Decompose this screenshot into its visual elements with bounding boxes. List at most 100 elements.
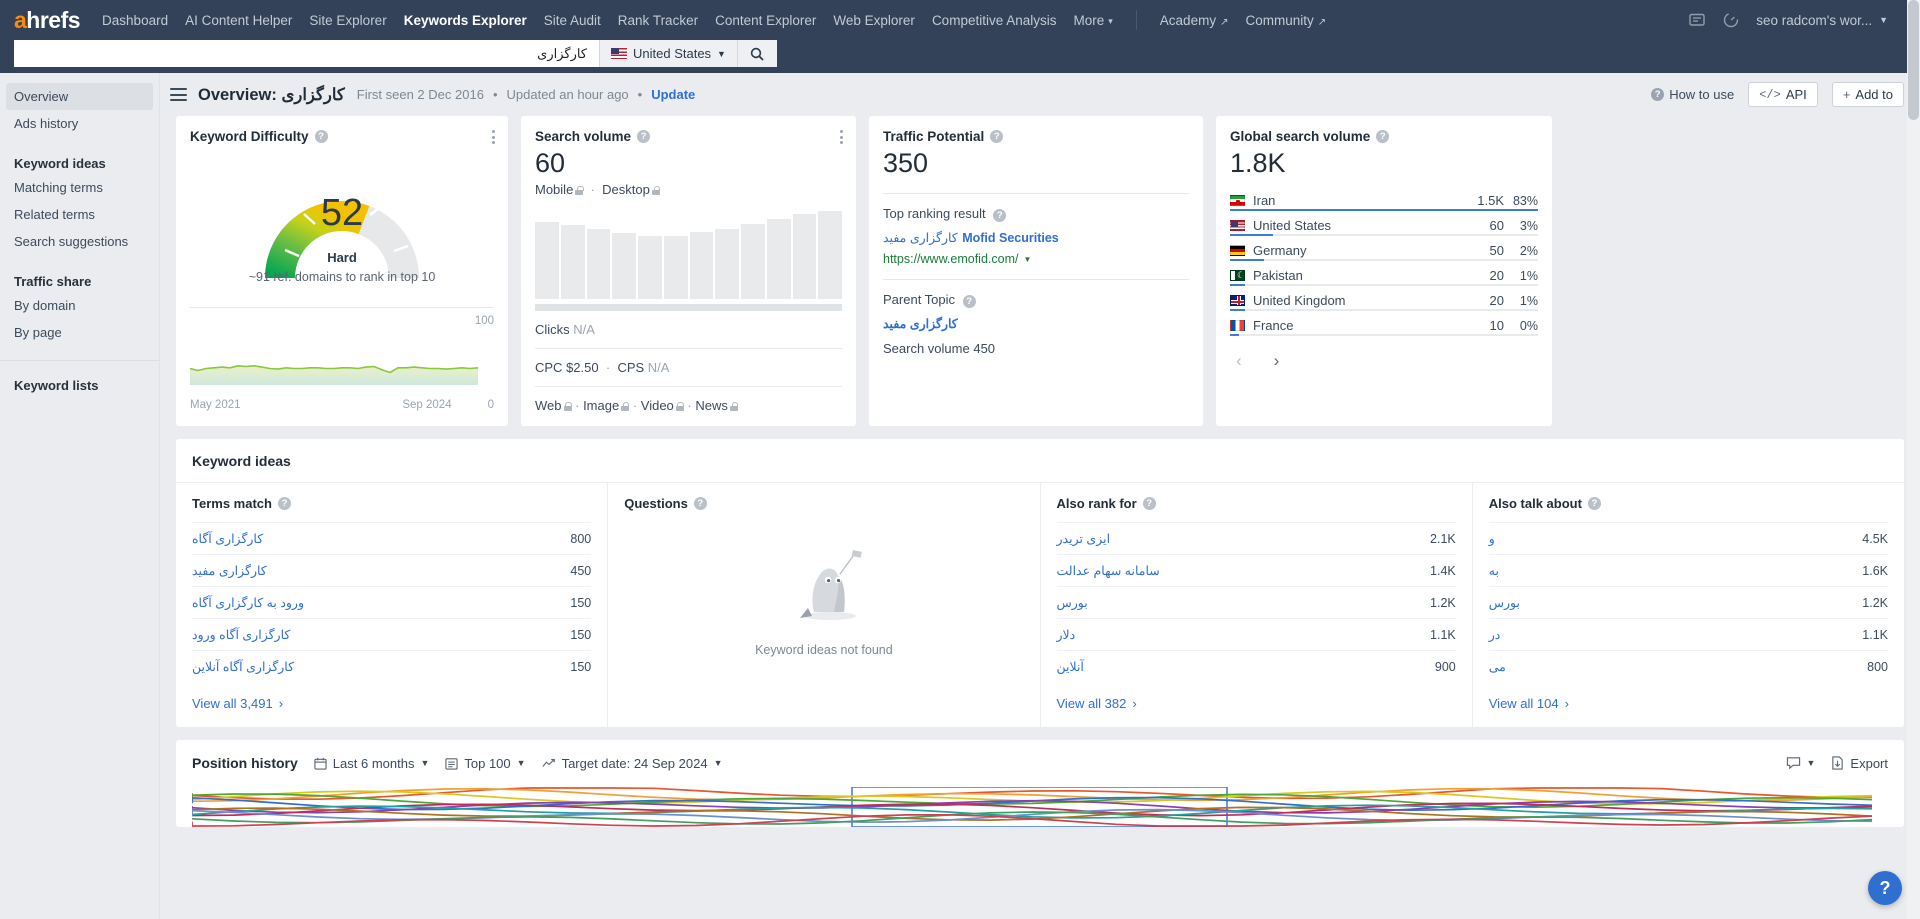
- scrollbar-thumb[interactable]: [1908, 0, 1919, 120]
- ahrefs-logo[interactable]: ahrefs: [14, 7, 80, 34]
- nav-link-keywords-explorer[interactable]: Keywords Explorer: [404, 13, 527, 28]
- comment-button[interactable]: ▼: [1786, 756, 1816, 770]
- nav-link-rank-tracker[interactable]: Rank Tracker: [618, 13, 698, 28]
- chevron-down-icon[interactable]: ▼: [1023, 255, 1031, 264]
- target-date-selector[interactable]: Target date: 24 Sep 2024 ▼: [542, 756, 723, 771]
- tp-url-row[interactable]: https://www.emofid.com/ ▼: [883, 252, 1189, 266]
- serp-feature-news[interactable]: News: [695, 398, 728, 413]
- view-all-link[interactable]: View all 382›: [1057, 682, 1456, 727]
- country-selector[interactable]: United States ▼: [599, 40, 737, 67]
- serp-feature-web[interactable]: Web: [535, 398, 562, 413]
- country-row[interactable]: Iran1.5K83%: [1230, 186, 1538, 211]
- nav-link-site-explorer[interactable]: Site Explorer: [309, 13, 386, 28]
- serp-feature-image[interactable]: Image: [583, 398, 619, 413]
- add-to-button[interactable]: + Add to: [1832, 82, 1904, 107]
- view-all-link[interactable]: View all 104›: [1489, 682, 1888, 727]
- search-button[interactable]: [737, 40, 777, 67]
- help-icon[interactable]: ?: [315, 130, 328, 143]
- serp-feature-video[interactable]: Video: [641, 398, 674, 413]
- keyword-volume: 2.1K: [1430, 532, 1456, 546]
- keyword-link[interactable]: بورس: [1057, 595, 1088, 610]
- sidebar-item-by-domain[interactable]: By domain: [0, 292, 159, 319]
- usage-meter-icon[interactable]: [1722, 11, 1740, 29]
- keyword-link[interactable]: سامانه سهام عدالت: [1057, 563, 1160, 578]
- keyword-link[interactable]: و: [1489, 531, 1495, 546]
- nav-link-site-audit[interactable]: Site Audit: [544, 13, 601, 28]
- kd-date-end: Sep 2024: [402, 399, 451, 411]
- keyword-link[interactable]: ایزی تریدر: [1057, 531, 1111, 546]
- help-icon[interactable]: ?: [963, 295, 976, 308]
- help-icon[interactable]: ?: [637, 130, 650, 143]
- help-icon[interactable]: ?: [278, 497, 291, 510]
- keyword-link[interactable]: دلار: [1057, 627, 1076, 642]
- nav-link-content-explorer[interactable]: Content Explorer: [715, 13, 816, 28]
- help-fab-button[interactable]: ?: [1868, 871, 1902, 905]
- sidebar-item-matching-terms[interactable]: Matching terms: [0, 174, 159, 201]
- chevron-left-icon[interactable]: ‹: [1230, 350, 1248, 371]
- help-icon[interactable]: ?: [990, 130, 1003, 143]
- view-all-link[interactable]: View all 3,491›: [192, 682, 591, 727]
- tp-title-en[interactable]: Mofid Securities: [962, 231, 1059, 245]
- sidebar-item-overview[interactable]: Overview: [6, 83, 153, 110]
- tp-title-rtl[interactable]: کارگزاری مفید: [883, 230, 958, 245]
- sidebar-item-by-page[interactable]: By page: [0, 319, 159, 346]
- keyword-link[interactable]: کارگزاری آگاه: [192, 531, 263, 546]
- search-input[interactable]: [14, 40, 599, 67]
- country-row[interactable]: Germany502%: [1230, 236, 1538, 261]
- keyword-link[interactable]: کارگزاری مفید: [192, 563, 267, 578]
- sv-chart-baseline: [535, 304, 842, 311]
- keyword-link[interactable]: ورود به کارگزاری آگاه: [192, 595, 304, 610]
- sidebar-item-search-suggestions[interactable]: Search suggestions: [0, 228, 159, 255]
- date-range-selector[interactable]: Last 6 months ▼: [314, 756, 430, 771]
- help-icon[interactable]: ?: [1376, 130, 1389, 143]
- help-icon[interactable]: ?: [694, 497, 707, 510]
- keyword-link[interactable]: بورس: [1489, 595, 1520, 610]
- nav-link-web-explorer[interactable]: Web Explorer: [833, 13, 915, 28]
- top-positions-selector[interactable]: Top 100 ▼: [445, 756, 525, 771]
- kd-card-menu-button[interactable]: [490, 128, 497, 146]
- sv-card-menu-button[interactable]: [838, 128, 845, 146]
- account-menu[interactable]: seo radcom's wor... ▼: [1756, 13, 1888, 28]
- page-header: Overview: کارگزاری First seen 2 Dec 2016…: [160, 73, 1920, 116]
- chevron-right-icon: ›: [1132, 696, 1136, 711]
- sidebar-item-related-terms[interactable]: Related terms: [0, 201, 159, 228]
- top-navigation-bar: ahrefs Dashboard AI Content Helper Site Ex…: [0, 0, 1920, 40]
- export-button[interactable]: Export: [1831, 756, 1888, 771]
- nav-link-community[interactable]: Community: [1245, 13, 1326, 28]
- country-row[interactable]: France100%: [1230, 311, 1538, 336]
- how-to-use-button[interactable]: ? How to use: [1651, 87, 1734, 102]
- keyword-link[interactable]: می: [1489, 659, 1506, 674]
- sv-cps-value: N/A: [648, 360, 670, 375]
- sv-bar: [741, 224, 765, 299]
- feedback-icon[interactable]: [1688, 11, 1706, 29]
- keyword-link[interactable]: به: [1489, 563, 1499, 578]
- country-row[interactable]: United States603%: [1230, 211, 1538, 236]
- tp-url[interactable]: https://www.emofid.com/: [883, 252, 1018, 266]
- kd-note: ~91 ref. domains to rank in top 10: [190, 270, 494, 284]
- help-icon[interactable]: ?: [1143, 497, 1156, 510]
- country-row[interactable]: United Kingdom201%: [1230, 286, 1538, 311]
- api-button[interactable]: </> API: [1748, 82, 1818, 107]
- country-row[interactable]: Pakistan201%: [1230, 261, 1538, 286]
- nav-link-competitive-analysis[interactable]: Competitive Analysis: [932, 13, 1057, 28]
- sidebar-toggle-button[interactable]: [170, 88, 187, 101]
- chevron-right-icon[interactable]: ›: [1268, 350, 1286, 371]
- tp-parent-topic-link-row[interactable]: کارگزاری مفید: [883, 315, 1189, 333]
- page-scrollbar[interactable]: [1907, 0, 1920, 919]
- nav-link-more[interactable]: More: [1074, 13, 1113, 28]
- update-link[interactable]: Update: [651, 87, 695, 102]
- help-icon[interactable]: ?: [1588, 497, 1601, 510]
- help-icon[interactable]: ?: [993, 209, 1006, 222]
- country-percent: 3%: [1504, 219, 1538, 233]
- keyword-link[interactable]: در: [1489, 627, 1501, 642]
- nav-link-academy[interactable]: Academy: [1160, 13, 1229, 28]
- keyword-ideas-grid: Terms match?کارگزاری آگاه800کارگزاری مفی…: [176, 482, 1904, 727]
- nav-link-dashboard[interactable]: Dashboard: [102, 13, 168, 28]
- keyword-link[interactable]: آنلاین: [1057, 659, 1084, 674]
- tp-top-ranking-title[interactable]: کارگزاری مفید Mofid Securities: [883, 229, 1189, 247]
- tp-parent-topic[interactable]: کارگزاری مفید: [883, 316, 958, 331]
- keyword-link[interactable]: کارگزاری آگاه ورود: [192, 627, 290, 642]
- keyword-link[interactable]: کارگزاری آگاه آنلاین: [192, 659, 294, 674]
- sidebar-item-ads-history[interactable]: Ads history: [0, 110, 159, 137]
- nav-link-ai-content-helper[interactable]: AI Content Helper: [185, 13, 292, 28]
